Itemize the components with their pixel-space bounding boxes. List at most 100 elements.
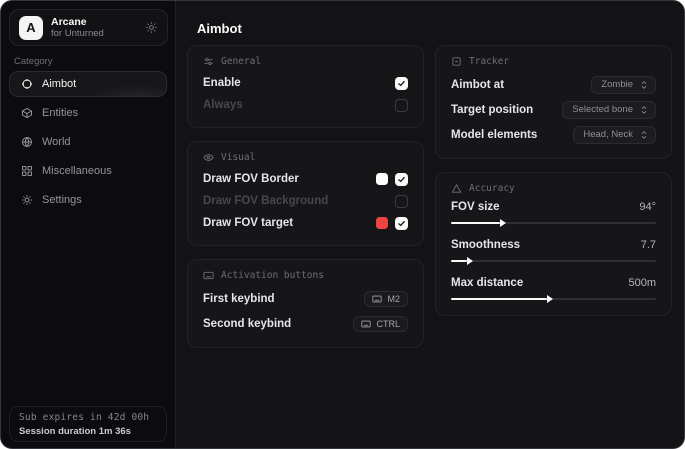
sidebar-item-entities[interactable]: Entities xyxy=(9,100,167,126)
setting-row-fov-background: Draw FOV Background xyxy=(203,190,408,212)
general-card: General Enable Always xyxy=(187,45,424,128)
section-title: Tracker xyxy=(469,56,509,67)
sidebar-item-settings[interactable]: Settings xyxy=(9,187,167,213)
section-title: Visual xyxy=(221,152,255,163)
sliders-icon xyxy=(203,56,214,67)
setting-row-first-keybind: First keybind M2 xyxy=(203,286,408,311)
app-window: A Arcane for Unturned Category Aimbot xyxy=(0,0,685,449)
setting-label: Enable xyxy=(203,77,241,89)
sidebar-item-aimbot[interactable]: Aimbot xyxy=(9,71,167,97)
dropdown-value: Head, Neck xyxy=(583,129,633,140)
keybind-value: CTRL xyxy=(376,319,400,329)
sidebar-nav: Aimbot Entities World Miscellaneous xyxy=(9,71,167,213)
setting-label: Always xyxy=(203,99,243,111)
gear-icon[interactable] xyxy=(145,21,158,34)
slider-value: 500m xyxy=(628,277,656,289)
sidebar-item-miscellaneous[interactable]: Miscellaneous xyxy=(9,158,167,184)
setting-row-second-keybind: Second keybind CTRL xyxy=(203,311,408,336)
slider-group-smoothness: Smoothness 7.7 xyxy=(451,237,656,262)
sidebar-item-label: Settings xyxy=(42,194,82,206)
sidebar-item-world[interactable]: World xyxy=(9,129,167,155)
max-distance-slider[interactable] xyxy=(451,298,656,300)
app-logo: A xyxy=(19,16,43,40)
second-keybind-button[interactable]: CTRL xyxy=(353,316,408,332)
fov-target-checkbox[interactable] xyxy=(395,217,408,230)
fov-size-slider[interactable] xyxy=(451,222,656,224)
keyboard-icon xyxy=(372,294,382,304)
setting-label: Target position xyxy=(451,104,533,116)
slider-thumb[interactable] xyxy=(467,257,473,265)
first-keybind-button[interactable]: M2 xyxy=(364,291,408,307)
eye-icon xyxy=(203,152,214,163)
slider-thumb[interactable] xyxy=(547,295,553,303)
sidebar-item-label: Entities xyxy=(42,107,78,119)
chevrons-up-down-icon xyxy=(639,130,649,140)
tracker-card: Tracker Aimbot at Zombie Target pos xyxy=(435,45,672,159)
crosshair-icon xyxy=(21,78,33,90)
activation-card-header: Activation buttons xyxy=(203,270,408,281)
main-panel: Aimbot General Enable xyxy=(176,1,684,448)
slider-value: 94° xyxy=(639,201,656,213)
app-subtitle: for Unturned xyxy=(51,28,104,39)
setting-row-always: Always xyxy=(203,94,408,116)
chevrons-up-down-icon xyxy=(639,80,649,90)
sidebar-item-label: Aimbot xyxy=(42,78,76,90)
grid-icon xyxy=(21,165,33,177)
activation-card: Activation buttons First keybind M2 xyxy=(187,259,424,348)
right-column: Tracker Aimbot at Zombie Target pos xyxy=(435,45,672,316)
visual-card-header: Visual xyxy=(203,152,408,163)
slider-value: 7.7 xyxy=(641,239,656,251)
setting-label: FOV size xyxy=(451,201,500,213)
app-header-card: A Arcane for Unturned xyxy=(9,9,168,46)
sidebar: A Arcane for Unturned Category Aimbot xyxy=(1,1,176,448)
slider-group-fov-size: FOV size 94° xyxy=(451,199,656,224)
model-elements-dropdown[interactable]: Head, Neck xyxy=(573,126,656,144)
setting-row-target-position: Target position Selected bone xyxy=(451,97,656,122)
slider-thumb[interactable] xyxy=(500,219,506,227)
setting-row-model-elements: Model elements Head, Neck xyxy=(451,122,656,147)
enable-checkbox[interactable] xyxy=(395,77,408,90)
sub-expiry-text: Sub expires in 42d 00h xyxy=(19,411,157,425)
always-checkbox[interactable] xyxy=(395,99,408,112)
dropdown-value: Zombie xyxy=(601,79,633,90)
app-name: Arcane xyxy=(51,16,104,28)
sidebar-item-label: Miscellaneous xyxy=(42,165,112,177)
globe-icon xyxy=(21,136,33,148)
target-position-dropdown[interactable]: Selected bone xyxy=(562,101,656,119)
accuracy-card-header: Accuracy xyxy=(451,183,656,194)
general-card-header: General xyxy=(203,56,408,67)
box-icon xyxy=(21,107,33,119)
smoothness-slider[interactable] xyxy=(451,260,656,262)
keyboard-icon xyxy=(361,319,371,329)
setting-row-fov-target: Draw FOV target xyxy=(203,212,408,234)
aimbot-at-dropdown[interactable]: Zombie xyxy=(591,76,656,94)
triangle-icon xyxy=(451,183,462,194)
slider-fill xyxy=(451,260,467,262)
session-duration-text: Session duration 1m 36s xyxy=(19,425,157,438)
tracker-card-header: Tracker xyxy=(451,56,656,67)
setting-label: Draw FOV Border xyxy=(203,173,299,185)
setting-row-fov-border: Draw FOV Border xyxy=(203,168,408,190)
left-column: General Enable Always xyxy=(187,45,424,348)
slider-fill xyxy=(451,222,500,224)
keybind-value: M2 xyxy=(387,294,400,304)
subscription-info-card: Sub expires in 42d 00h Session duration … xyxy=(9,406,167,442)
visual-card: Visual Draw FOV Border Draw FOV Backgrou… xyxy=(187,141,424,246)
setting-row-enable: Enable xyxy=(203,72,408,94)
dropdown-value: Selected bone xyxy=(572,104,633,115)
color-swatch-red[interactable] xyxy=(376,217,388,229)
page-title: Aimbot xyxy=(197,21,242,36)
gear-icon xyxy=(21,194,33,206)
category-label: Category xyxy=(14,56,53,67)
fov-background-checkbox[interactable] xyxy=(395,195,408,208)
section-title: General xyxy=(221,56,261,67)
chevrons-up-down-icon xyxy=(639,105,649,115)
setting-label: Aimbot at xyxy=(451,79,504,91)
setting-label: Second keybind xyxy=(203,318,291,330)
fov-border-checkbox[interactable] xyxy=(395,173,408,186)
sidebar-item-label: World xyxy=(42,136,71,148)
setting-label: Smoothness xyxy=(451,239,520,251)
keyboard-icon xyxy=(203,270,214,281)
slider-fill xyxy=(451,298,547,300)
color-swatch-white[interactable] xyxy=(376,173,388,185)
